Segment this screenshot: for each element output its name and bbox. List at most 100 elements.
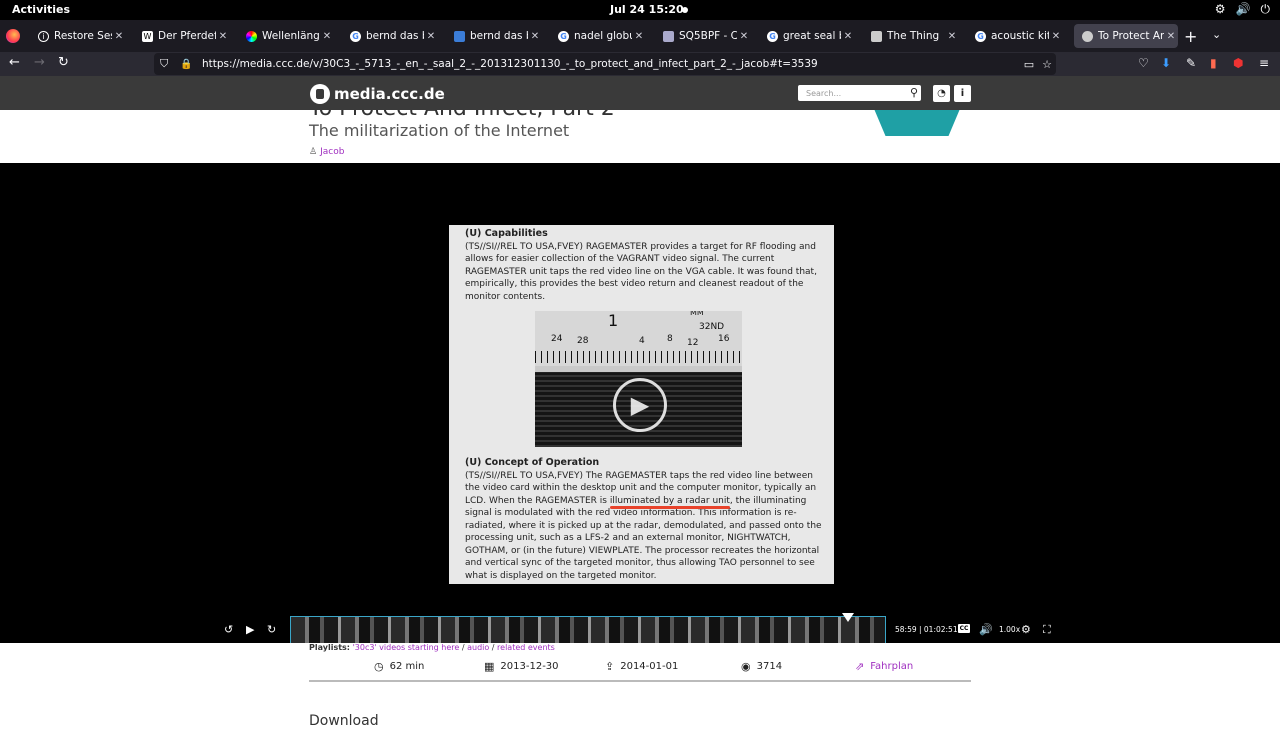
info-icon[interactable]: i (954, 85, 971, 102)
firefox-menu-icon[interactable] (6, 29, 20, 43)
close-icon[interactable]: ✕ (1164, 31, 1178, 42)
red-underline-highlight: illuminated by a radar unit (609, 495, 730, 506)
tab[interactable]: bernd das brot✕ (446, 24, 542, 48)
playback-speed[interactable]: 1.00x (999, 625, 1020, 634)
close-icon[interactable]: ✕ (424, 31, 438, 42)
pocket-icon[interactable]: ♡ (1138, 56, 1149, 70)
speaker-link[interactable]: ♙ Jacob (309, 147, 344, 157)
power-icon[interactable]: ⏻ (1261, 2, 1271, 17)
bookmark-star-icon[interactable]: ☆ (1038, 58, 1056, 71)
related-events-link[interactable]: related events (497, 643, 555, 652)
close-icon[interactable]: ✕ (632, 31, 646, 42)
volume-icon[interactable]: 🔊 (979, 623, 993, 636)
slide-heading-capabilities: (U) Capabilities (465, 228, 548, 239)
extensions-icon[interactable]: ✎ (1186, 56, 1196, 70)
tab[interactable]: Gacoustic kitty -✕ (967, 24, 1063, 48)
external-link-icon: ⇗ (855, 660, 865, 673)
site-header: media.ccc.de Search... ⚲ ◔ i (0, 76, 1280, 110)
url-bar[interactable]: ⛉ 🔒 https://media.ccc.de/v/30C3_-_5713_-… (154, 53, 1056, 75)
slide-heading-concept: (U) Concept of Operation (465, 457, 600, 468)
navigation-bar: ← → ↻ ⛉ 🔒 https://media.ccc.de/v/30C3_-_… (0, 52, 1280, 76)
url-text[interactable]: https://media.ccc.de/v/30C3_-_5713_-_en_… (202, 58, 1020, 70)
search-icon[interactable]: ⚲ (910, 86, 918, 99)
downloads-icon[interactable]: ⬇ (1161, 56, 1171, 70)
close-icon[interactable]: ✕ (841, 31, 855, 42)
close-icon[interactable]: ✕ (945, 31, 959, 42)
site-logo[interactable]: media.ccc.de (310, 84, 445, 104)
settings-gear-icon[interactable]: ⚙ (1021, 623, 1031, 636)
rewind-10-icon[interactable]: ↺ (224, 623, 233, 636)
chevron-down-icon[interactable]: ⌄ (1212, 28, 1221, 41)
tab[interactable]: Ggreat seal bug✕ (759, 24, 855, 48)
download-heading: Download (309, 713, 379, 729)
event-info: Playlists: '30c3' videos starting here /… (0, 643, 1280, 729)
close-icon[interactable]: ✕ (320, 31, 334, 42)
tab[interactable]: Wellenlängen I✕ (238, 24, 334, 48)
timeline-scrubber[interactable] (290, 613, 886, 644)
page-icon (663, 30, 674, 42)
close-icon[interactable]: ✕ (528, 31, 542, 42)
time-display: 58:59 | 01:02:51 (895, 625, 958, 634)
back-button[interactable]: ← (9, 55, 20, 70)
ublock-icon[interactable]: ⬢ (1233, 56, 1243, 70)
tab[interactable]: WDer Pferdeflüsterer✕ (134, 24, 230, 48)
search-input[interactable]: Search... ⚲ (798, 85, 921, 101)
audio-link[interactable]: audio (467, 643, 489, 652)
tab[interactable]: The Thing ✕ (863, 24, 959, 48)
conference-logo (872, 110, 962, 136)
upload-icon: ⇪ (605, 660, 615, 673)
playlist-link[interactable]: '30c3' videos starting here (353, 643, 460, 652)
activities-button[interactable]: Activities (12, 3, 70, 16)
clock-icon: ◷ (374, 660, 384, 673)
tab[interactable]: iRestore Session✕ (30, 24, 126, 48)
google-icon: G (767, 30, 778, 42)
slide-paragraph-capabilities: (TS//SI//REL TO USA,FVEY) RAGEMASTER pro… (465, 241, 817, 302)
close-icon[interactable]: ✕ (112, 31, 126, 42)
system-tray[interactable]: ⚙ 🔊 ⏻ (1215, 2, 1270, 17)
playhead-marker[interactable] (842, 613, 854, 622)
forward-10-icon[interactable]: ↻ (267, 623, 276, 636)
rss-icon[interactable]: ◔ (933, 85, 950, 102)
tab[interactable]: Gbernd das brot✕ (342, 24, 438, 48)
menu-icon[interactable]: ≡ (1259, 56, 1269, 70)
video-player[interactable]: (U) Capabilities (TS//SI//REL TO USA,FVE… (0, 163, 1280, 644)
title-area: To Protect And Infect, Part 2 The milita… (0, 110, 1280, 163)
close-icon[interactable]: ✕ (737, 31, 751, 42)
fahrplan-link[interactable]: ⇗ Fahrplan (855, 660, 913, 673)
info-icon: i (38, 30, 49, 42)
tab[interactable]: SQ5BPF - Callsi✕ (655, 24, 751, 48)
eye-icon: ◉ (741, 660, 751, 673)
tab-active[interactable]: To Protect And✕ (1074, 24, 1178, 48)
reader-view-icon[interactable]: ▭ (1020, 58, 1038, 71)
ruler-ticks (535, 351, 742, 363)
notification-dot (682, 7, 688, 13)
tracking-shield-icon[interactable]: ⛉ (160, 57, 174, 71)
network-icon[interactable]: ⚙ (1215, 2, 1226, 17)
volume-icon[interactable]: 🔊 (1236, 2, 1251, 17)
playlists-line: Playlists: '30c3' videos starting here /… (309, 643, 555, 652)
view-count: ◉ 3714 (741, 660, 783, 673)
ccc-icon (1082, 30, 1093, 42)
extension-icon[interactable]: ▮ (1210, 56, 1217, 70)
forward-button[interactable]: → (34, 55, 45, 70)
google-icon: G (558, 30, 569, 42)
close-icon[interactable]: ✕ (216, 31, 230, 42)
reload-button[interactable]: ↻ (58, 55, 69, 70)
play-overlay-icon[interactable]: ▶ (613, 378, 667, 432)
clock[interactable]: Jul 24 15:20 (610, 3, 684, 16)
system-top-bar: Activities Jul 24 15:20 ⚙ 🔊 ⏻ (0, 0, 1280, 20)
person-icon: ♙ (309, 147, 318, 157)
lock-icon[interactable]: 🔒 (180, 59, 192, 70)
new-tab-button[interactable]: + (1184, 27, 1197, 46)
tab-strip: iRestore Session✕ WDer Pferdeflüsterer✕ … (0, 20, 1280, 52)
divider (309, 680, 971, 682)
document-icon (454, 30, 465, 42)
captions-button[interactable]: CC (958, 624, 970, 633)
calendar-icon: ▦ (484, 660, 495, 673)
close-icon[interactable]: ✕ (1049, 31, 1063, 42)
tab[interactable]: Gnadel globuli -✕ (550, 24, 646, 48)
event-date: ▦ 2013-12-30 (484, 660, 559, 673)
page-icon (871, 30, 882, 42)
play-button[interactable]: ▶ (246, 623, 254, 636)
fullscreen-icon[interactable]: ⛶ (1043, 623, 1051, 637)
